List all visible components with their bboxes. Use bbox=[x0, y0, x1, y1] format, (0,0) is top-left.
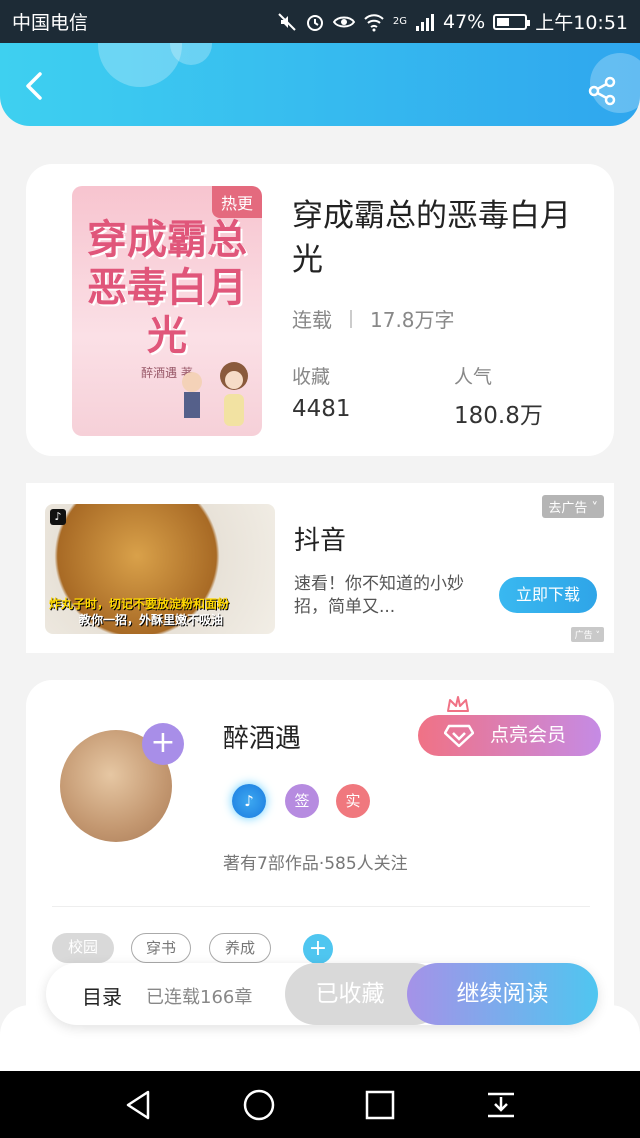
wifi-icon bbox=[364, 13, 384, 31]
favorites-value: 4481 bbox=[292, 396, 351, 422]
ad-image[interactable]: 炸丸子时，切记不要放淀粉和面粉 教你一招，外酥里嫩不吸油 bbox=[45, 504, 275, 634]
signal-icon bbox=[416, 13, 434, 31]
music-badge-icon[interactable]: ♪ bbox=[232, 784, 266, 818]
vip-member-button[interactable]: 点亮会员 bbox=[418, 715, 601, 756]
follow-plus-button[interactable]: + bbox=[142, 723, 184, 765]
top-header bbox=[0, 43, 640, 126]
chapter-count[interactable]: 已连载166章 bbox=[146, 983, 252, 1009]
book-status: 连载 bbox=[292, 308, 332, 332]
mute-icon bbox=[278, 12, 296, 31]
ad-title: 抖音 bbox=[294, 526, 347, 556]
hot-update-tag: 热更 bbox=[211, 186, 262, 218]
tiktok-logo-icon: ♪ bbox=[50, 509, 66, 525]
ad-banner[interactable]: 炸丸子时，切记不要放淀粉和面粉 教你一招，外酥里嫩不吸油 ♪ 抖音 速看！你不知… bbox=[26, 483, 614, 653]
alarm-icon bbox=[306, 14, 323, 31]
divider bbox=[52, 906, 590, 907]
author-stats: 著有7部作品·585人关注 bbox=[223, 854, 408, 874]
verified-badge[interactable]: 实 bbox=[336, 784, 370, 818]
nav-notification-down-icon[interactable] bbox=[484, 1088, 518, 1122]
book-meta: 连载 17.8万字 bbox=[292, 304, 455, 333]
word-count: 17.8万字 bbox=[370, 308, 455, 332]
signed-badge[interactable]: 签 bbox=[285, 784, 319, 818]
clock: 上午10:51 bbox=[535, 12, 628, 34]
nav-home-icon[interactable] bbox=[242, 1088, 276, 1122]
book-title: 穿成霸总的恶毒白月光 bbox=[292, 198, 571, 278]
ad-caption-line1: 炸丸子时，切记不要放淀粉和面粉 bbox=[49, 597, 230, 611]
decor-bubble bbox=[98, 43, 182, 87]
ad-description: 速看！你不知道的小妙招，简单又... bbox=[294, 574, 464, 617]
nav-recents-icon[interactable] bbox=[363, 1088, 397, 1122]
battery-icon bbox=[493, 13, 531, 30]
crown-icon bbox=[447, 696, 469, 712]
chevron-left-icon[interactable] bbox=[22, 71, 48, 101]
eye-icon bbox=[332, 16, 355, 27]
ad-caption-line2: 教你一招，外酥里嫩不吸油 bbox=[79, 613, 224, 627]
popularity-label: 人气 bbox=[454, 366, 493, 388]
meta-separator bbox=[350, 309, 352, 328]
book-cover[interactable]: 穿成霸总恶毒白月光 醉酒遇 著 热更 bbox=[72, 186, 262, 436]
popularity-value: 180.8万 bbox=[454, 403, 543, 429]
bottom-action-bar: 目录 已连载166章 已收藏 继续阅读 bbox=[46, 963, 598, 1025]
add-tag-button[interactable]: + bbox=[303, 934, 333, 964]
favorites-label: 收藏 bbox=[292, 366, 331, 388]
tag-chip[interactable]: 穿书 bbox=[131, 933, 191, 963]
share-icon[interactable] bbox=[586, 75, 618, 107]
ad-download-button[interactable]: 立即下载 bbox=[499, 577, 597, 613]
status-bar: 中国电信 2G 47% 上午10:51 bbox=[0, 0, 640, 43]
network-type: 2G bbox=[392, 16, 407, 27]
nav-back-icon[interactable] bbox=[122, 1088, 156, 1122]
system-nav-bar bbox=[0, 1071, 640, 1138]
remove-ad-button[interactable]: 去广告 ˅ bbox=[542, 495, 604, 518]
battery-percent: 47% bbox=[443, 10, 486, 33]
diamond-icon bbox=[444, 724, 474, 748]
carrier-name: 中国电信 bbox=[12, 12, 89, 34]
ad-mark: 广告 ˅ bbox=[570, 627, 604, 642]
toc-button[interactable]: 目录 bbox=[82, 981, 122, 1010]
tag-chip[interactable]: 养成 bbox=[209, 933, 271, 963]
favorited-label: 已收藏 bbox=[315, 981, 385, 1007]
author-name: 醉酒遇 bbox=[223, 724, 302, 754]
vip-member-label: 点亮会员 bbox=[490, 724, 567, 746]
battery-level bbox=[497, 17, 510, 26]
ad-image-caption: 炸丸子时，切记不要放淀粉和面粉 教你一招，外酥里嫩不吸油 bbox=[49, 596, 271, 628]
cover-figures bbox=[182, 362, 248, 426]
tag-chip[interactable]: 校园 bbox=[52, 933, 114, 963]
cover-title: 穿成霸总恶毒白月光 bbox=[87, 217, 247, 359]
continue-reading-button[interactable]: 继续阅读 bbox=[407, 963, 598, 1025]
